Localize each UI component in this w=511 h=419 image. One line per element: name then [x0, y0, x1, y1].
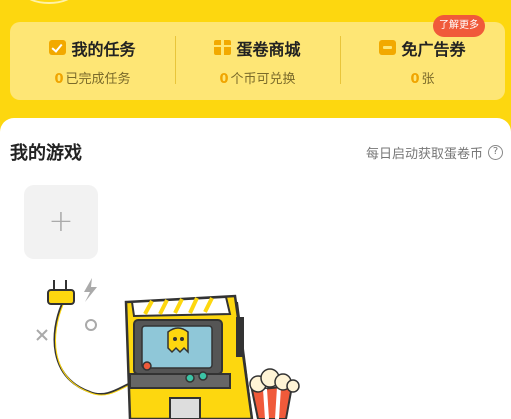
stat-title: 我的任务: [71, 39, 136, 59]
stat-egg-mall[interactable]: 蛋卷商城 0 个币可兑换: [175, 22, 340, 100]
stat-subtitle: 个币可兑换: [230, 71, 296, 87]
stat-count: 0: [54, 71, 64, 87]
stat-subtitle: 已完成任务: [65, 71, 131, 87]
help-icon[interactable]: ?: [488, 145, 503, 160]
avatar[interactable]: [24, 0, 74, 4]
stat-count: 0: [410, 71, 420, 87]
daily-coins-link[interactable]: 每日启动获取蛋卷币 ?: [366, 143, 503, 162]
stat-subtitle: 张: [421, 71, 435, 87]
plus-icon: +: [48, 204, 74, 239]
gift-box-icon: [214, 40, 232, 55]
arcade-machine-illustration: [36, 278, 300, 419]
stat-title: 蛋卷商城: [236, 39, 301, 59]
section-title: 我的游戏: [10, 143, 82, 164]
stat-my-tasks[interactable]: 我的任务 0 已完成任务: [10, 22, 175, 100]
ticket-icon: [379, 40, 397, 55]
learn-more-badge[interactable]: 了解更多: [433, 15, 485, 37]
stat-title: 免广告券: [401, 39, 466, 59]
add-game-button[interactable]: +: [24, 185, 98, 259]
stats-card: 我的任务 0 已完成任务 蛋卷商城 0 个币可兑换 免广告券 0张: [10, 22, 505, 100]
task-check-icon: [49, 40, 67, 55]
daily-coins-label: 每日启动获取蛋卷币: [365, 147, 483, 162]
stat-count: 0: [219, 71, 229, 87]
